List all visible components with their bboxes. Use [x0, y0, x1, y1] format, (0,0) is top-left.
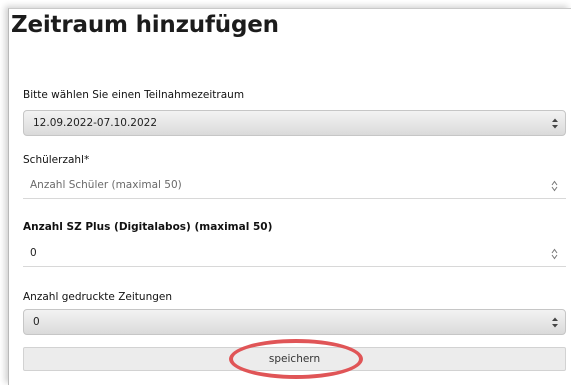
- sz-plus-value: 0: [30, 247, 37, 259]
- select-arrows-icon: [552, 317, 558, 328]
- printed-select-value: 0: [33, 316, 40, 328]
- period-label: Bitte wählen Sie einen Teilnahmezeitraum: [23, 89, 245, 101]
- sz-plus-input[interactable]: 0: [23, 240, 566, 267]
- printed-label: Anzahl gedruckte Zeitungen: [23, 291, 172, 303]
- students-label: Schülerzahl*: [23, 154, 90, 166]
- stepper-icon[interactable]: [551, 248, 558, 260]
- period-select-value: 12.09.2022-07.10.2022: [33, 117, 158, 129]
- students-placeholder: Anzahl Schüler (maximal 50): [30, 179, 182, 191]
- save-button-label: speichern: [268, 353, 321, 365]
- sz-plus-label: Anzahl SZ Plus (Digitalabos) (maximal 50…: [23, 221, 273, 233]
- page-title: Zeitraum hinzufügen: [11, 12, 279, 38]
- save-button[interactable]: speichern: [23, 347, 566, 371]
- select-arrows-icon: [552, 118, 558, 129]
- printed-select[interactable]: 0: [23, 309, 566, 335]
- period-select[interactable]: 12.09.2022-07.10.2022: [23, 110, 566, 136]
- stepper-icon[interactable]: [551, 180, 558, 192]
- students-input[interactable]: Anzahl Schüler (maximal 50): [23, 172, 566, 199]
